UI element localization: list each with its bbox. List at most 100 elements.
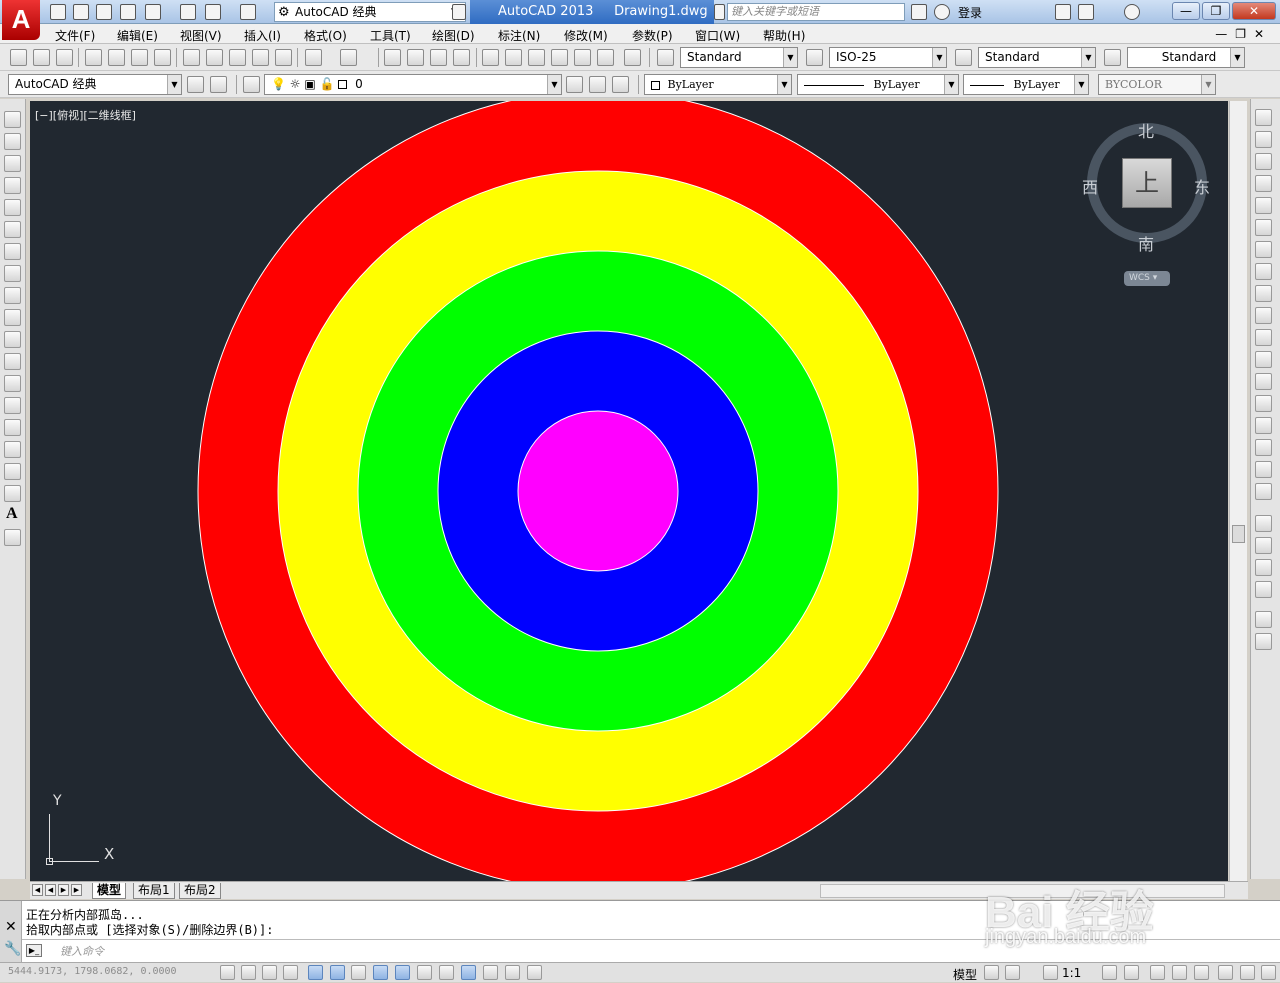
quick-access-dropdown-icon[interactable] (452, 4, 466, 20)
isolate-objects-icon[interactable] (1218, 965, 1233, 980)
line-icon[interactable] (4, 111, 21, 128)
transparency-icon[interactable] (461, 965, 476, 980)
help-icon[interactable] (624, 49, 641, 66)
model-space-toggle[interactable]: 模型 (953, 966, 977, 983)
polyline-icon[interactable] (4, 155, 21, 172)
compass-south[interactable]: 南 (1138, 231, 1154, 255)
tab-model[interactable]: 模型 (92, 883, 127, 899)
quick-view-layouts-icon[interactable] (984, 965, 999, 980)
region-icon[interactable] (4, 463, 21, 480)
object-snap-icon[interactable] (330, 965, 345, 980)
menu-parametric[interactable]: 参数(P) (632, 27, 673, 44)
plot-preview-icon[interactable] (108, 49, 125, 66)
pan-icon[interactable] (384, 49, 401, 66)
redo-icon[interactable] (340, 49, 357, 66)
multileader-style-icon[interactable] (1104, 49, 1121, 66)
menu-insert[interactable]: 插入(I) (244, 27, 281, 44)
scroll-thumb[interactable] (1232, 525, 1245, 543)
undo-icon[interactable] (205, 4, 221, 20)
add-selected-icon[interactable] (4, 529, 21, 546)
offset-icon[interactable] (1255, 175, 1272, 192)
document-window-controls[interactable]: —❐✕ (1215, 27, 1272, 41)
command-prompt-icon[interactable]: ▶_ (26, 944, 42, 957)
undo-icon[interactable] (305, 49, 322, 66)
binoculars-icon[interactable] (911, 4, 927, 20)
layer-previous-icon[interactable] (589, 76, 606, 93)
allow-disallow-ucs-icon[interactable] (395, 965, 410, 980)
revision-cloud-icon[interactable] (4, 265, 21, 282)
array-icon[interactable] (1255, 197, 1272, 214)
tab-layout1[interactable]: 布局1 (133, 883, 175, 899)
paste-icon[interactable] (229, 49, 246, 66)
publish-icon[interactable] (131, 49, 148, 66)
dim-style-select[interactable]: ISO-25 ▼ (829, 47, 947, 68)
plot-style-select[interactable]: BYCOLOR ▼ (1098, 74, 1216, 95)
polygon-icon[interactable] (4, 177, 21, 194)
next-tab-icon[interactable]: ▶ (58, 884, 69, 896)
close-icon[interactable]: ✕ (5, 919, 17, 935)
drawing-area[interactable]: [−][俯视][二维线框] 上 北 南 东 西 WCS ▾ Y X (30, 101, 1228, 881)
stretch-icon[interactable] (1255, 285, 1272, 302)
search-input[interactable]: 键入关键字或短语 (727, 3, 905, 21)
dim-style-icon[interactable] (806, 49, 823, 66)
vertical-scrollbar[interactable] (1229, 101, 1247, 881)
join-icon[interactable] (1255, 395, 1272, 412)
insert-block-icon[interactable] (4, 353, 21, 370)
workspace-switching-icon[interactable] (1150, 965, 1165, 980)
infer-constraints-icon[interactable] (220, 965, 235, 980)
copy-object-icon[interactable] (1255, 131, 1272, 148)
quick-properties-icon[interactable] (483, 965, 498, 980)
explode-icon[interactable] (1255, 483, 1272, 500)
match-properties-icon[interactable] (252, 49, 269, 66)
layer-properties-icon[interactable] (243, 76, 260, 93)
workspace-switcher[interactable]: ⚙ AutoCAD 经典 ▼ (274, 2, 466, 22)
redo-icon[interactable] (240, 4, 256, 20)
selection-cycling-icon[interactable] (505, 965, 520, 980)
first-tab-icon[interactable]: ◀ (32, 884, 43, 896)
rotate-icon[interactable] (1255, 241, 1272, 258)
circle-icon[interactable] (4, 243, 21, 260)
new-icon[interactable] (10, 49, 27, 66)
menu-file[interactable]: 文件(F) (55, 27, 95, 44)
annotation-scale-value[interactable]: 1:1 (1062, 966, 1081, 980)
print-icon[interactable] (180, 4, 196, 20)
multileader-style-select[interactable]: Standard ▼ (1127, 47, 1245, 68)
markup-icon[interactable] (574, 49, 591, 66)
annotation-monitor-icon[interactable] (527, 965, 542, 980)
menu-format[interactable]: 格式(O) (304, 27, 347, 44)
bring-above-icon[interactable] (1255, 559, 1272, 576)
hardware-acceleration-icon[interactable] (1194, 965, 1209, 980)
quickcalc-icon[interactable] (597, 49, 614, 66)
plot-icon[interactable] (85, 49, 102, 66)
table-style-icon[interactable] (955, 49, 972, 66)
table-icon[interactable] (4, 485, 21, 502)
linetype-select[interactable]: ByLayer ▼ (797, 74, 959, 95)
design-center-icon[interactable] (505, 49, 522, 66)
menu-modify[interactable]: 修改(M) (564, 27, 608, 44)
erase-icon[interactable] (1255, 109, 1272, 126)
hatch-to-back-icon[interactable] (1255, 633, 1272, 650)
viewcube-top-face[interactable]: 上 (1122, 158, 1172, 208)
color-select[interactable]: ByLayer ▼ (644, 74, 792, 95)
annotation-visibility-icon[interactable] (1102, 965, 1117, 980)
text-to-front-icon[interactable] (1255, 611, 1272, 628)
draw-order-front-icon[interactable] (1255, 515, 1272, 532)
polar-tracking-icon[interactable] (308, 965, 323, 980)
table-style-select[interactable]: Standard ▼ (978, 47, 1096, 68)
auto-scale-icon[interactable] (1124, 965, 1139, 980)
point-icon[interactable] (4, 397, 21, 414)
exchange-icon[interactable] (1055, 4, 1071, 20)
prev-tab-icon[interactable]: ◀ (45, 884, 56, 896)
save-as-icon[interactable] (120, 4, 136, 20)
text-style-select[interactable]: Standard ▼ (680, 47, 798, 68)
wcs-menu-button[interactable]: WCS ▾ (1124, 271, 1170, 286)
3d-print-icon[interactable] (154, 49, 171, 66)
lineweight-select[interactable]: ByLayer ▼ (963, 74, 1089, 95)
draw-order-back-icon[interactable] (1255, 537, 1272, 554)
break-icon[interactable] (1255, 373, 1272, 390)
ellipse-icon[interactable] (4, 309, 21, 326)
menu-tools[interactable]: 工具(T) (370, 27, 411, 44)
menu-draw[interactable]: 绘图(D) (432, 27, 475, 44)
mirror-icon[interactable] (1255, 153, 1272, 170)
ellipse-arc-icon[interactable] (4, 331, 21, 348)
